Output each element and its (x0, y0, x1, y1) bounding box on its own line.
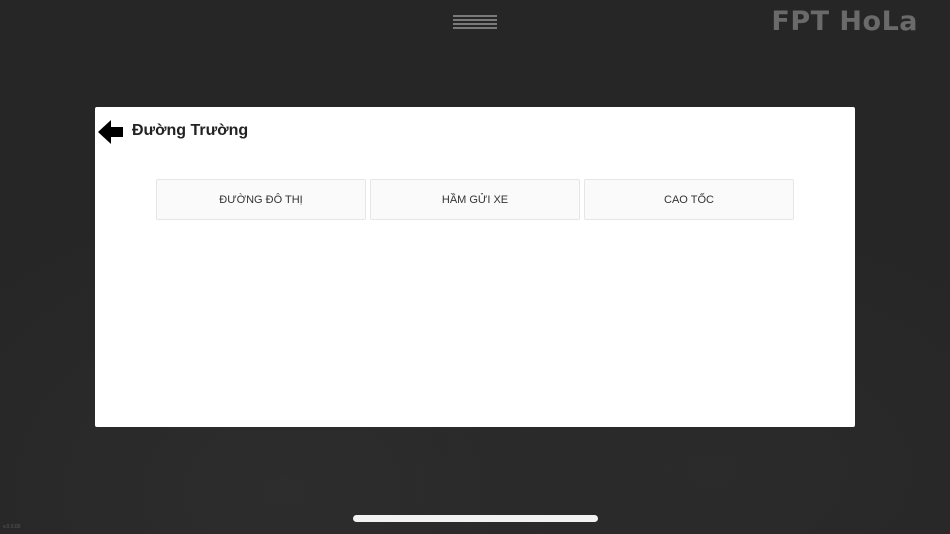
corner-label: v.0.0.00 (3, 524, 21, 530)
mode-selection-dialog: Đường Trường ĐƯỜNG ĐÔ THỊ HẦM GỬI XE CAO… (95, 107, 855, 427)
back-button[interactable] (98, 119, 125, 145)
option-label: CAO TỐC (664, 193, 714, 206)
option-label: HẦM GỬI XE (441, 193, 509, 206)
option-label: ĐƯỜNG ĐÔ THỊ (219, 193, 303, 206)
hamburger-menu-icon[interactable] (453, 13, 497, 31)
parking-garage-button[interactable]: HẦM GỬI XE (370, 179, 580, 220)
dialog-title: Đường Trường (132, 122, 249, 139)
brand-logo: FPT HoLa (771, 6, 918, 37)
arrow-left-icon (98, 120, 123, 144)
option-button-row: ĐƯỜNG ĐÔ THỊ HẦM GỬI XE CAO TỐC (156, 179, 794, 220)
highway-button[interactable]: CAO TỐC (584, 179, 794, 220)
urban-road-button[interactable]: ĐƯỜNG ĐÔ THỊ (156, 179, 366, 220)
home-indicator[interactable] (353, 515, 598, 522)
